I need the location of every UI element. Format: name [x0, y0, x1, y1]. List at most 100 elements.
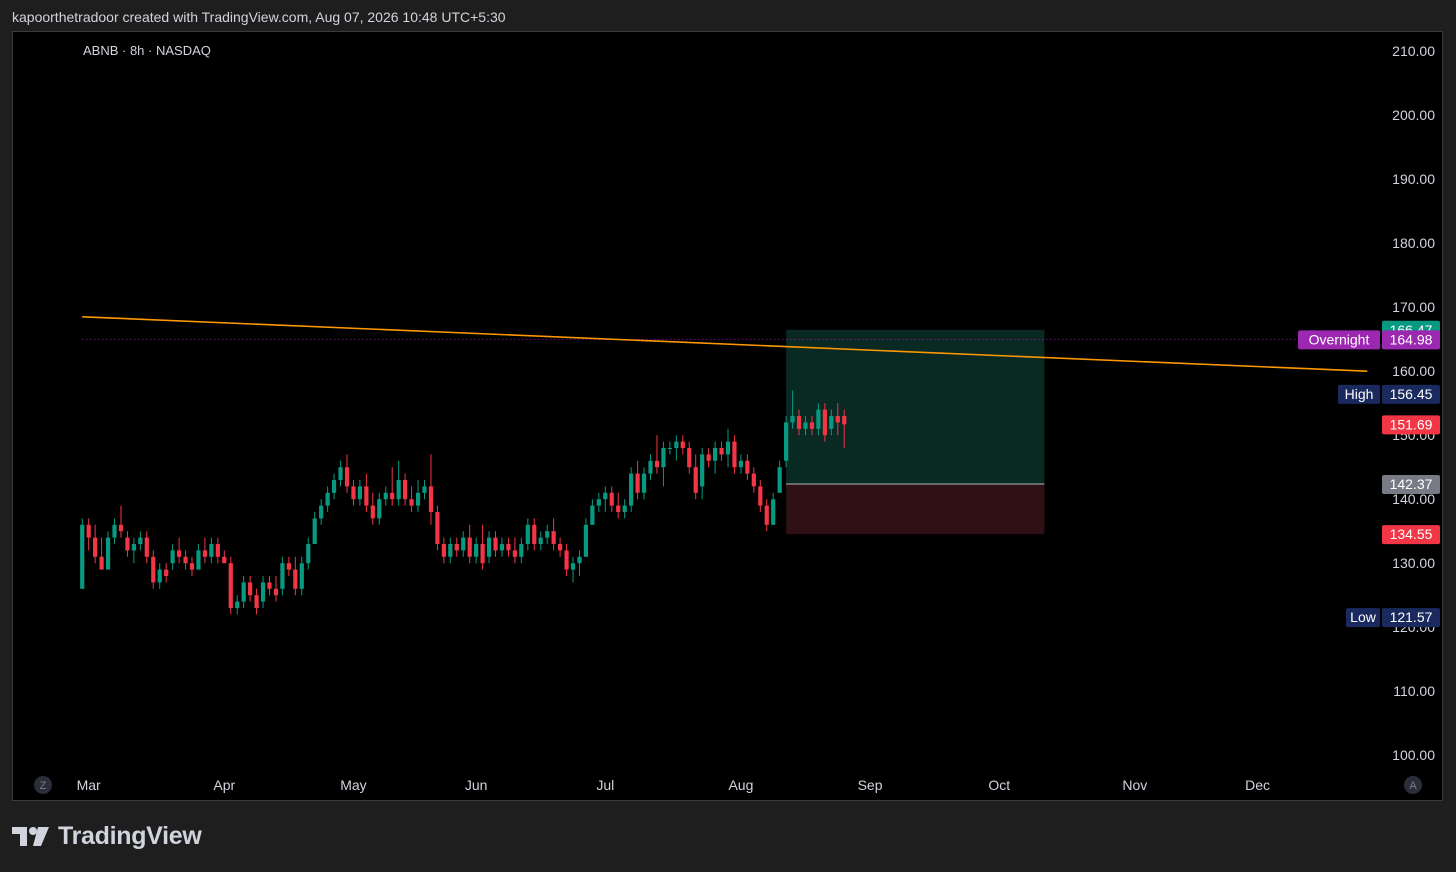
y-axis-tick-label: 210.00 [1392, 43, 1435, 59]
candle-body [641, 473, 647, 493]
candle [189, 556, 195, 576]
candle-body [306, 544, 311, 564]
price-label-value: 142.37 [1390, 476, 1433, 492]
candle [377, 492, 382, 525]
y-axis-tick-label: 110.00 [1393, 683, 1435, 699]
candle [538, 531, 543, 551]
candle [596, 492, 601, 512]
candle-body [629, 473, 634, 506]
candle-body [758, 486, 763, 506]
candle-body [364, 486, 369, 506]
tradingview-logo-icon [12, 826, 49, 846]
candle [758, 480, 763, 512]
candle-body [351, 486, 356, 500]
candle-body [435, 512, 440, 544]
candle-body [842, 416, 847, 425]
y-axis-tick-label: 160.00 [1392, 363, 1435, 379]
candle-body [809, 422, 815, 429]
price-label-value: 164.98 [1390, 331, 1433, 347]
candle [706, 448, 711, 468]
price-label-value: 134.55 [1390, 526, 1433, 542]
candles-group [80, 390, 847, 615]
chart-snapshot-header: kapoorthetradoor created with TradingVie… [12, 9, 506, 25]
high-price-label: 156.45 High [1338, 384, 1440, 404]
candle-body [525, 524, 530, 544]
candle-body [564, 550, 569, 570]
x-axis-tick-label: Dec [1245, 777, 1270, 793]
candle [86, 518, 91, 551]
symbol-legend: ABNB · 8h · NASDAQ [83, 43, 211, 58]
candle [654, 435, 660, 474]
candle [138, 531, 143, 551]
candle [357, 480, 363, 506]
x-axis-tick-label: Nov [1122, 777, 1147, 793]
candle [435, 505, 440, 551]
candle [616, 492, 621, 519]
candle-body [751, 473, 756, 487]
candle [299, 556, 304, 596]
candle [590, 499, 595, 525]
candle [383, 486, 388, 506]
candle [583, 518, 589, 557]
candle [506, 537, 511, 557]
candlestick-chart[interactable]: 210.00200.00190.00180.00170.00160.00150.… [13, 32, 1442, 800]
candle [467, 524, 472, 564]
candle-body [764, 505, 769, 525]
price-label-tag: High [1345, 386, 1374, 402]
candle-body [228, 563, 233, 608]
candle [422, 480, 427, 500]
candle [648, 454, 653, 480]
candle [351, 480, 356, 506]
candle [474, 537, 479, 564]
candle-body [648, 460, 653, 474]
tradingview-footer: TradingView [12, 822, 202, 851]
candle-body [635, 473, 640, 493]
price-label-value: 121.57 [1390, 609, 1433, 625]
candle [396, 460, 401, 506]
x-axis-tick-label: Apr [213, 777, 235, 793]
candle-body [816, 409, 821, 429]
candle [771, 492, 776, 525]
x-axis-tick-label: May [340, 777, 366, 793]
candle-body [254, 595, 259, 608]
candle-body [512, 550, 517, 557]
candle-body [209, 544, 214, 557]
candle-body [674, 441, 679, 448]
candle-body [215, 544, 220, 557]
chart-frame[interactable]: 210.00 200.00 190.00 180.00 170.00 160.00 150.… [12, 31, 1443, 801]
candle-body [532, 524, 537, 544]
candle-body [222, 556, 227, 564]
candle-body [383, 492, 388, 500]
candle-body [577, 556, 582, 564]
candle [293, 556, 298, 596]
candle [80, 518, 85, 589]
candle [99, 537, 104, 570]
candle-body [299, 563, 304, 589]
candle [131, 537, 136, 564]
candle-body [725, 441, 731, 455]
price-label-value: 156.45 [1390, 386, 1433, 402]
candle-body [454, 544, 459, 551]
candle-body [280, 563, 285, 589]
candle-body [164, 569, 169, 576]
candle [151, 550, 156, 589]
candle [125, 531, 130, 557]
candle-body [170, 550, 175, 564]
position-loss-zone [786, 484, 1045, 535]
timezone-toggle-button-label: Z [40, 780, 47, 792]
candle [609, 486, 614, 512]
candle-body [105, 537, 111, 570]
y-axis-tick-label: 130.00 [1392, 555, 1435, 571]
candle-body [745, 460, 750, 474]
candle [635, 460, 640, 500]
timezone-toggle-button[interactable]: Z [34, 776, 52, 794]
candle [700, 448, 705, 500]
candle [183, 550, 188, 570]
candle [170, 544, 175, 570]
candle-body [583, 524, 589, 557]
candle [267, 576, 272, 596]
candle-body [738, 460, 744, 468]
candle [164, 563, 169, 583]
candle-body [403, 480, 408, 500]
auto-scale-button[interactable]: A [1404, 776, 1422, 794]
